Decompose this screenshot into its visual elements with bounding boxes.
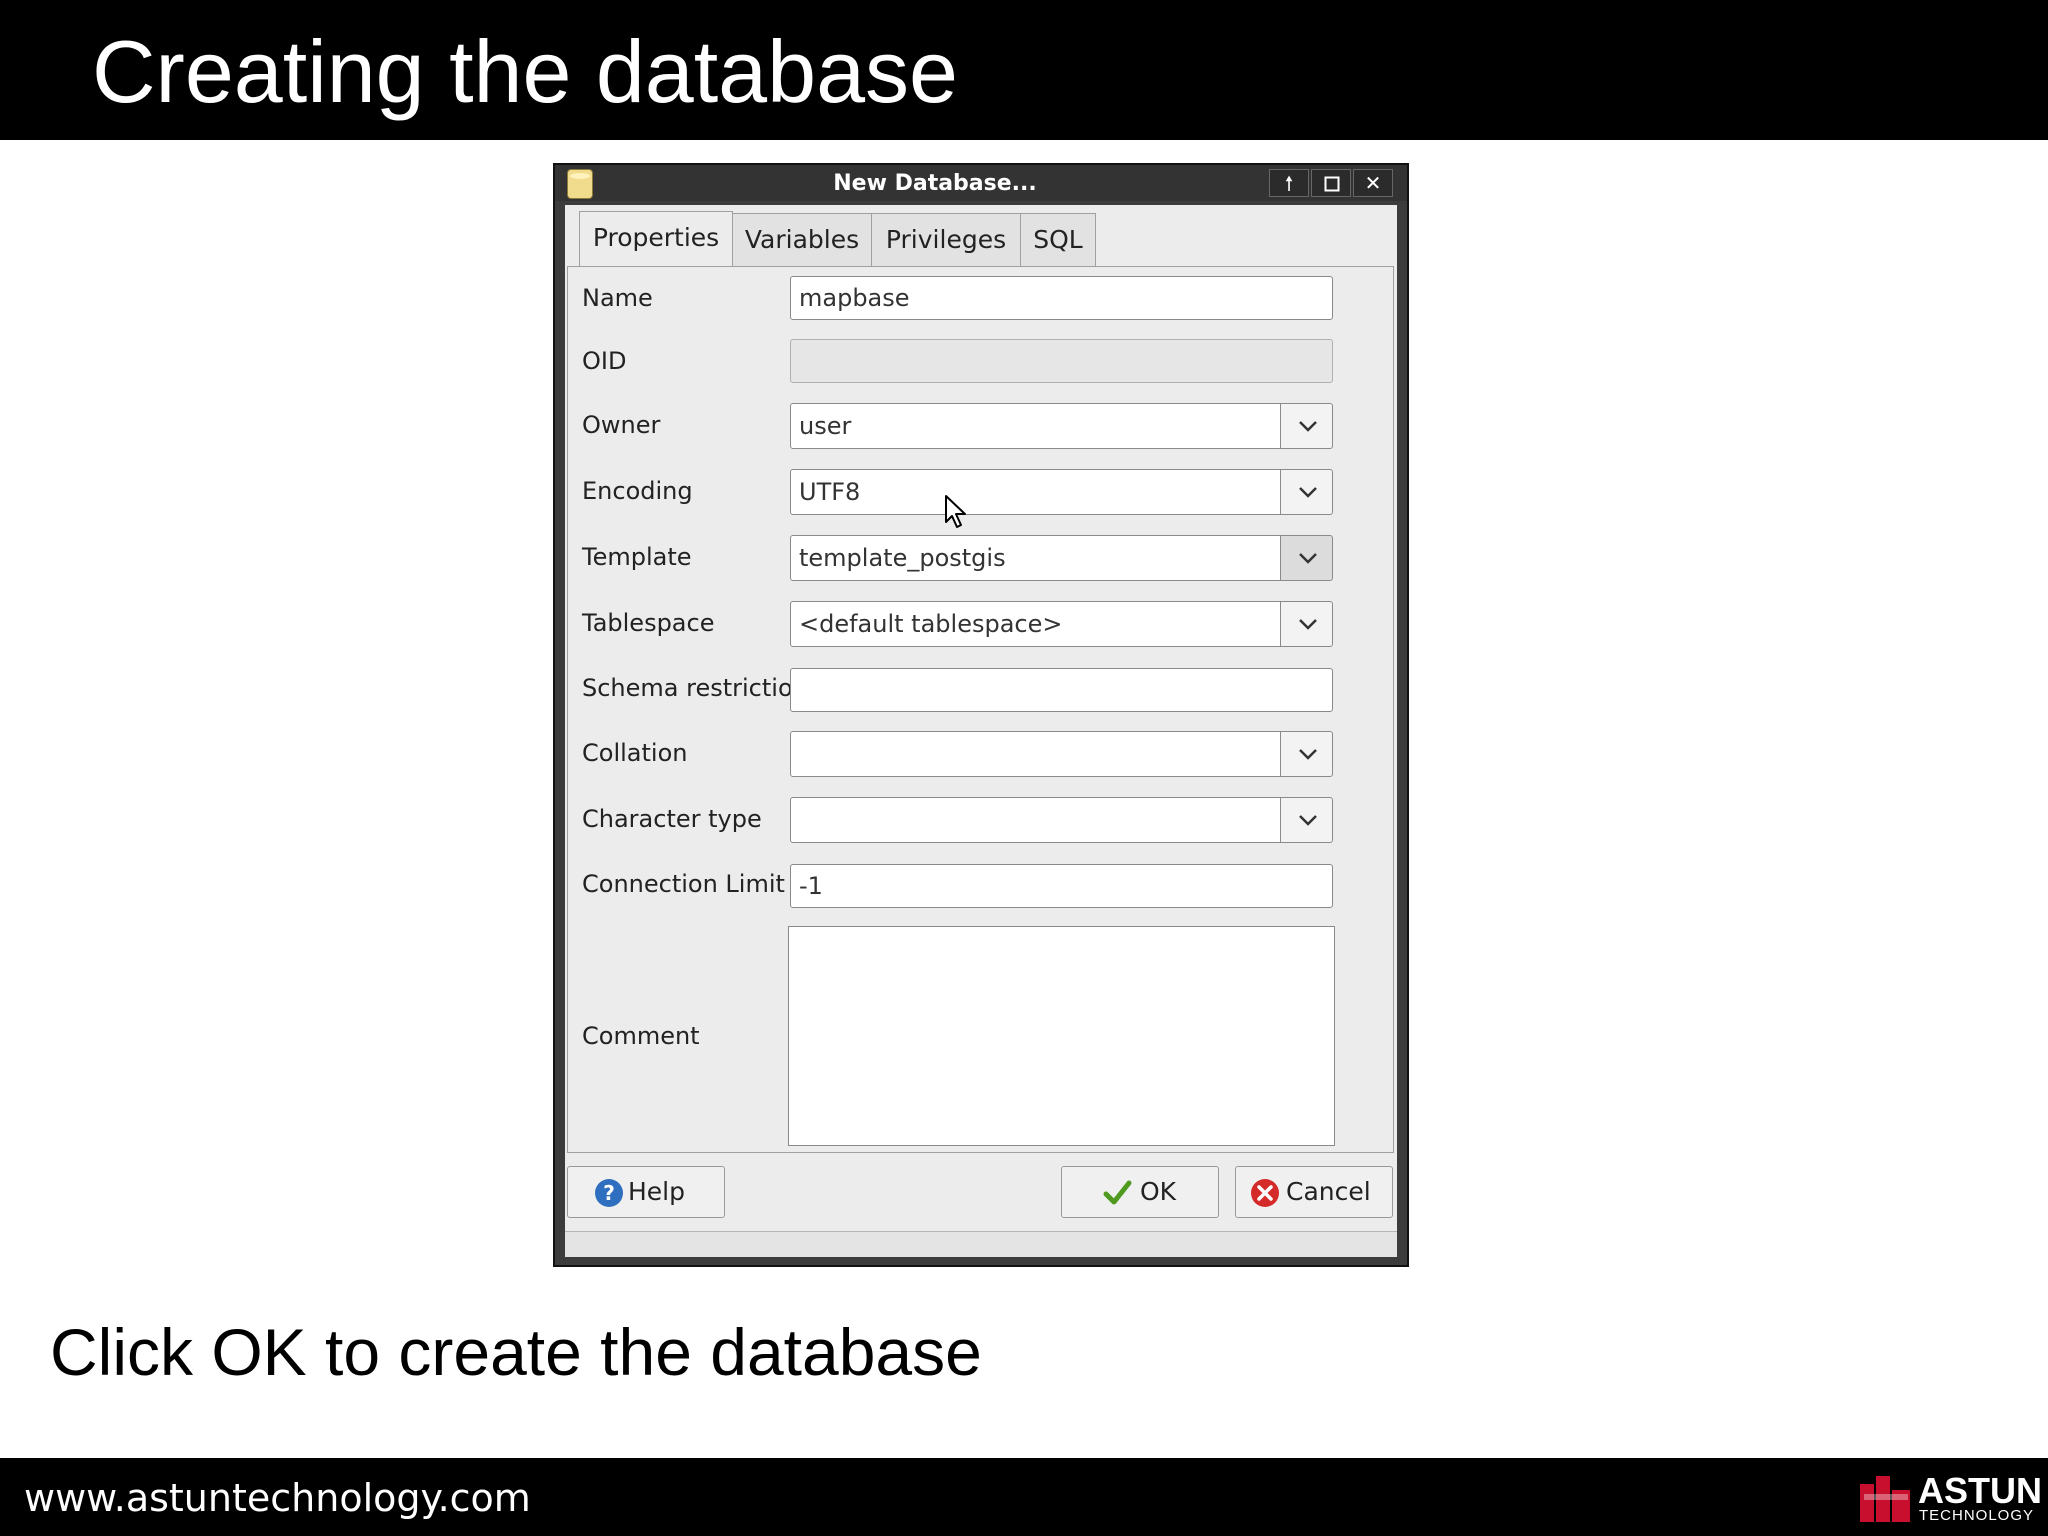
slide-footer: www.astuntechnology.com ASTUN TECHNOLOGY	[0, 1458, 2048, 1536]
chevron-down-icon	[1299, 619, 1317, 630]
instruction-text: Click OK to create the database	[50, 1315, 982, 1389]
chevron-down-icon	[1299, 749, 1317, 760]
template-label: Template	[582, 543, 692, 571]
connection-limit-input[interactable]: -1	[790, 864, 1333, 908]
name-input[interactable]: mapbase	[790, 276, 1333, 320]
astun-logo-mark	[1860, 1476, 1910, 1522]
footer-url[interactable]: www.astuntechnology.com	[24, 1476, 531, 1520]
chevron-down-icon	[1299, 815, 1317, 826]
encoding-label: Encoding	[582, 477, 693, 505]
ok-button-label: OK	[1140, 1177, 1177, 1206]
brand-sub: TECHNOLOGY	[1919, 1507, 2035, 1524]
comment-textarea[interactable]	[788, 926, 1335, 1146]
tab-properties-label: Properties	[592, 223, 720, 252]
properties-panel: Name mapbase OID Owner user Encoding UTF…	[567, 266, 1394, 1153]
maximize-icon[interactable]	[1311, 169, 1351, 197]
schema-restriction-label: Schema restriction	[582, 674, 808, 702]
window-up-icon[interactable]: 🠕	[1269, 169, 1309, 197]
owner-dropdown-button[interactable]	[1280, 403, 1333, 449]
tablespace-label: Tablespace	[582, 609, 715, 637]
help-icon: ?	[595, 1179, 623, 1207]
name-label: Name	[582, 284, 653, 312]
new-database-dialog: New Database... 🠕 ✕ Properties Variables…	[553, 163, 1409, 1267]
check-icon	[1103, 1180, 1132, 1205]
tab-sql-label: SQL	[1033, 225, 1083, 254]
tab-variables[interactable]: Variables	[732, 213, 872, 267]
tab-privileges[interactable]: Privileges	[871, 213, 1021, 267]
cancel-button-label: Cancel	[1286, 1177, 1371, 1206]
owner-label: Owner	[582, 411, 661, 439]
template-select[interactable]: template_postgis	[790, 535, 1282, 581]
encoding-dropdown-button[interactable]	[1280, 469, 1333, 515]
status-bar	[565, 1231, 1397, 1257]
slide-title: Creating the database	[92, 22, 958, 121]
tab-sql[interactable]: SQL	[1020, 213, 1096, 267]
tablespace-select[interactable]: <default tablespace>	[790, 601, 1282, 647]
dialog-client: Properties Variables Privileges SQL Name…	[565, 205, 1397, 1257]
dialog-title: New Database...	[833, 171, 1037, 196]
close-icon[interactable]: ✕	[1353, 169, 1393, 197]
chevron-down-icon	[1299, 421, 1317, 432]
collation-dropdown-button[interactable]	[1280, 731, 1333, 777]
tablespace-dropdown-button[interactable]	[1280, 601, 1333, 647]
encoding-select[interactable]: UTF8	[790, 469, 1282, 515]
oid-label: OID	[582, 347, 627, 375]
tab-variables-label: Variables	[744, 225, 860, 254]
chevron-down-icon	[1299, 553, 1317, 564]
ok-button[interactable]: OK	[1061, 1166, 1219, 1218]
oid-input	[790, 339, 1333, 383]
character-type-select[interactable]	[790, 797, 1282, 843]
comment-label: Comment	[582, 1022, 700, 1050]
astun-logo: ASTUN TECHNOLOGY	[1860, 1470, 2042, 1524]
help-button[interactable]: ? Help	[567, 1166, 725, 1218]
help-button-label: Help	[628, 1177, 685, 1206]
tab-properties[interactable]: Properties	[579, 211, 733, 267]
owner-select[interactable]: user	[790, 403, 1282, 449]
brand-name: ASTUN	[1918, 1470, 2042, 1511]
template-dropdown-button[interactable]	[1280, 535, 1333, 581]
character-type-label: Character type	[582, 805, 762, 833]
mouse-cursor-icon	[945, 495, 966, 528]
collation-select[interactable]	[790, 731, 1282, 777]
collation-label: Collation	[582, 739, 688, 767]
character-type-dropdown-button[interactable]	[1280, 797, 1333, 843]
slide-header: Creating the database	[0, 0, 2048, 140]
dialog-titlebar[interactable]: New Database... 🠕 ✕	[555, 165, 1407, 201]
connection-limit-label: Connection Limit	[582, 870, 785, 898]
cancel-icon	[1251, 1179, 1279, 1207]
tab-privileges-label: Privileges	[885, 225, 1007, 254]
schema-restriction-input[interactable]	[790, 668, 1333, 712]
cancel-button[interactable]: Cancel	[1235, 1166, 1393, 1218]
svg-text:?: ?	[603, 1181, 615, 1205]
chevron-down-icon	[1299, 487, 1317, 498]
